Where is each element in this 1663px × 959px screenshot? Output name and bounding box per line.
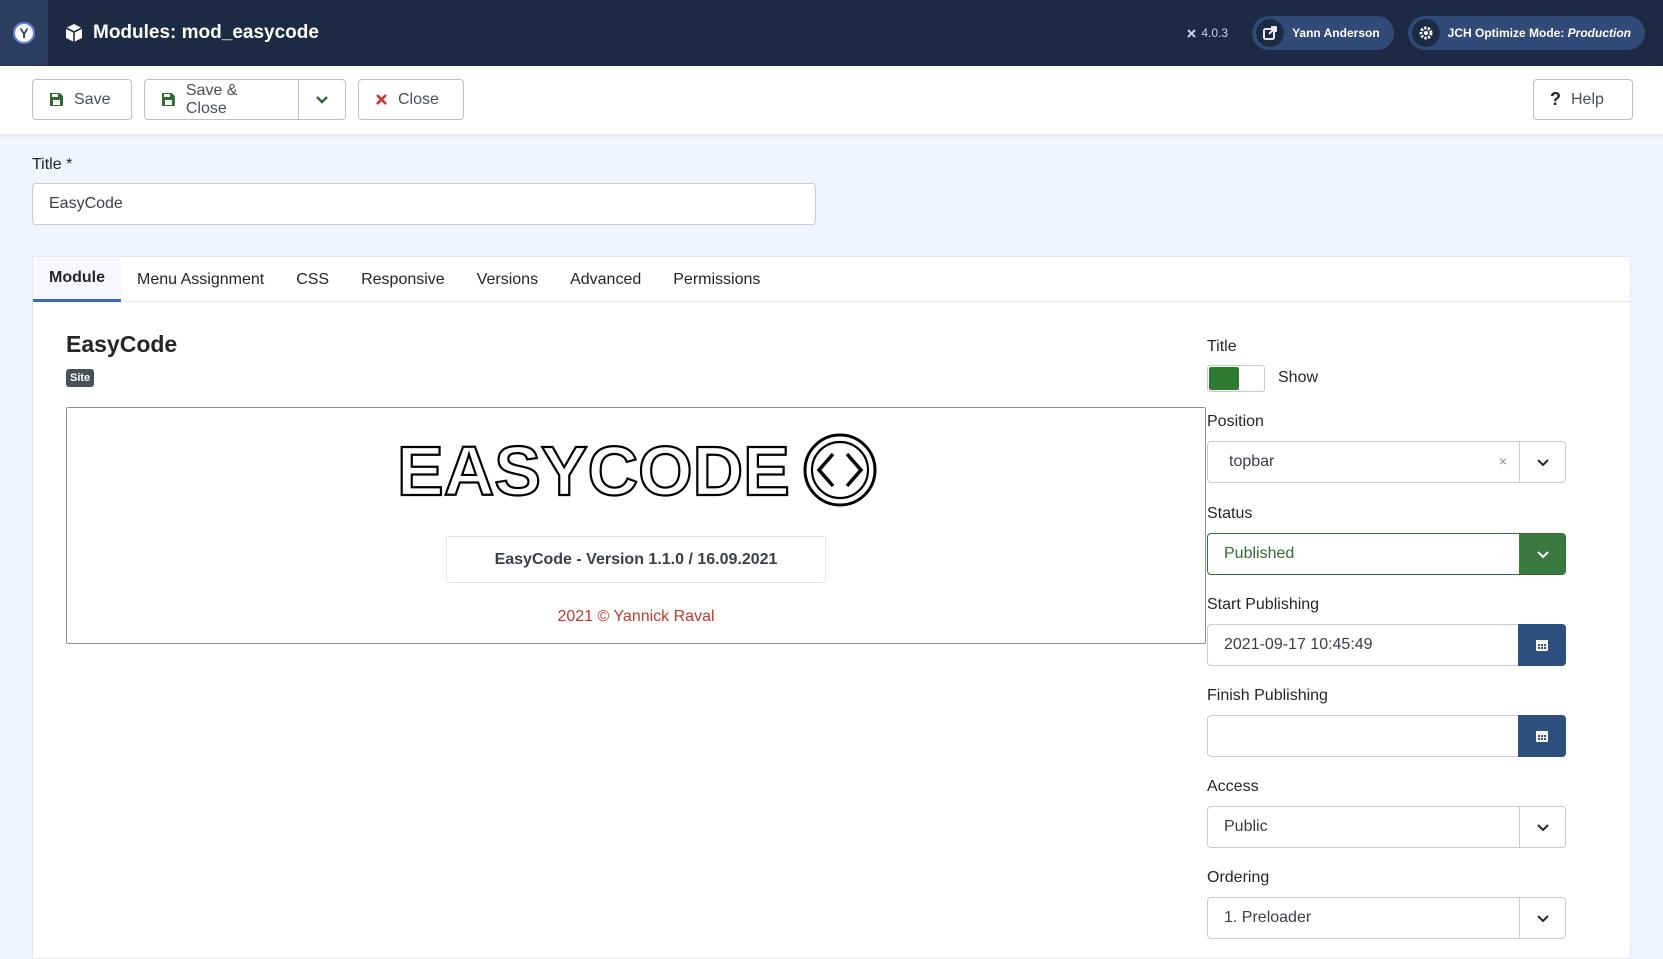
- save-label: Save: [74, 90, 111, 108]
- tab-css[interactable]: CSS: [280, 257, 345, 302]
- status-label: Status: [1207, 505, 1253, 522]
- access-label: Access: [1207, 778, 1259, 795]
- start-publishing-label: Start Publishing: [1207, 596, 1320, 613]
- status-select[interactable]: Published: [1207, 533, 1566, 575]
- save-close-button[interactable]: Save & Close: [144, 79, 299, 120]
- gear-icon: [1411, 19, 1440, 47]
- help-label: Help: [1571, 90, 1604, 108]
- toolbar: Save Save & Close Close ? Help: [0, 66, 1663, 134]
- logo-icon: Y: [13, 22, 35, 44]
- version-text: 4.0.3: [1201, 26, 1229, 40]
- version-box: EasyCode - Version 1.1.0 / 16.09.2021: [446, 536, 826, 583]
- access-select[interactable]: Public: [1207, 806, 1566, 848]
- module-preview: EASYCODE EasyCode - Version 1.1.0 / 16.0…: [66, 407, 1206, 644]
- page-title: Modules: mod_easycode: [64, 22, 319, 44]
- jch-optimize-button[interactable]: JCH Optimize Mode: Production: [1407, 16, 1645, 50]
- chevron-down-icon[interactable]: [1519, 534, 1565, 574]
- calendar-icon[interactable]: [1518, 715, 1566, 757]
- module-name: EasyCode: [66, 331, 178, 357]
- tab-bar: Module Menu Assignment CSS Responsive Ve…: [33, 257, 1630, 302]
- position-select[interactable]: topbar ×: [1207, 441, 1566, 483]
- save-button[interactable]: Save: [32, 79, 132, 120]
- status-value: Published: [1224, 545, 1295, 562]
- chevron-down-icon[interactable]: [1519, 807, 1565, 847]
- joomla-mini-icon: [1187, 28, 1197, 38]
- question-icon: ?: [1550, 89, 1561, 109]
- ordering-value: 1. Preloader: [1224, 909, 1312, 926]
- user-name: Yann Anderson: [1292, 26, 1380, 40]
- close-icon: [376, 94, 387, 105]
- title-label: Title *: [32, 156, 73, 173]
- header-bar: Y Modules: mod_easycode 4.0.3 Yann Ander…: [0, 0, 1663, 66]
- chevron-down-icon[interactable]: [1519, 898, 1565, 938]
- position-value: topbar: [1229, 453, 1275, 470]
- site-badge: Site: [66, 369, 95, 387]
- save-close-label: Save & Close: [185, 81, 238, 117]
- jch-optimize-label: JCH Optimize Mode: Production: [1447, 26, 1631, 40]
- start-publishing-input[interactable]: 2021-09-17 10:45:49: [1207, 624, 1566, 666]
- finish-publishing-label: Finish Publishing: [1207, 687, 1328, 704]
- title-toggle-label: Title: [1207, 338, 1237, 355]
- save-dropdown-toggle[interactable]: [298, 79, 346, 120]
- access-value: Public: [1224, 818, 1268, 835]
- title-toggle-state: Show: [1278, 369, 1319, 386]
- chevron-down-icon[interactable]: [1519, 442, 1565, 482]
- tab-versions[interactable]: Versions: [461, 257, 554, 302]
- tab-module[interactable]: Module: [33, 257, 121, 302]
- tab-responsive[interactable]: Responsive: [345, 257, 461, 302]
- clear-icon[interactable]: ×: [1499, 453, 1507, 469]
- toggle-on-indicator: [1209, 367, 1239, 390]
- user-menu-button[interactable]: Yann Anderson: [1252, 16, 1394, 50]
- start-publishing-value: 2021-09-17 10:45:49: [1224, 636, 1373, 653]
- close-button[interactable]: Close: [358, 79, 464, 120]
- cube-icon: [65, 24, 83, 42]
- ordering-select[interactable]: 1. Preloader: [1207, 897, 1566, 939]
- calendar-icon[interactable]: [1518, 624, 1566, 666]
- help-button[interactable]: ? Help: [1533, 79, 1633, 120]
- floppy-icon: [50, 93, 63, 106]
- module-card: Module Menu Assignment CSS Responsive Ve…: [32, 256, 1631, 959]
- joomla-logo[interactable]: Y: [0, 0, 48, 66]
- easycode-logo: EASYCODE: [397, 432, 877, 508]
- version-indicator: 4.0.3: [1186, 26, 1228, 40]
- finish-publishing-input[interactable]: [1207, 715, 1566, 757]
- copyright-text: 2021 © Yannick Raval: [557, 608, 715, 625]
- floppy-icon: [161, 93, 175, 106]
- ordering-label: Ordering: [1207, 869, 1270, 886]
- close-label: Close: [398, 90, 439, 108]
- position-label: Position: [1207, 413, 1264, 430]
- page-title-text: Modules: mod_easycode: [93, 22, 319, 43]
- tab-advanced[interactable]: Advanced: [554, 257, 657, 302]
- external-link-icon: [1256, 19, 1285, 47]
- jch-optimize-mode: Production: [1567, 26, 1631, 40]
- tab-menu-assignment[interactable]: Menu Assignment: [121, 257, 280, 302]
- title-show-toggle[interactable]: [1207, 365, 1265, 392]
- chevron-down-icon: [316, 95, 328, 104]
- logo-text: EASYCODE: [397, 432, 790, 508]
- title-input[interactable]: EasyCode: [32, 183, 816, 225]
- tab-permissions[interactable]: Permissions: [657, 257, 776, 302]
